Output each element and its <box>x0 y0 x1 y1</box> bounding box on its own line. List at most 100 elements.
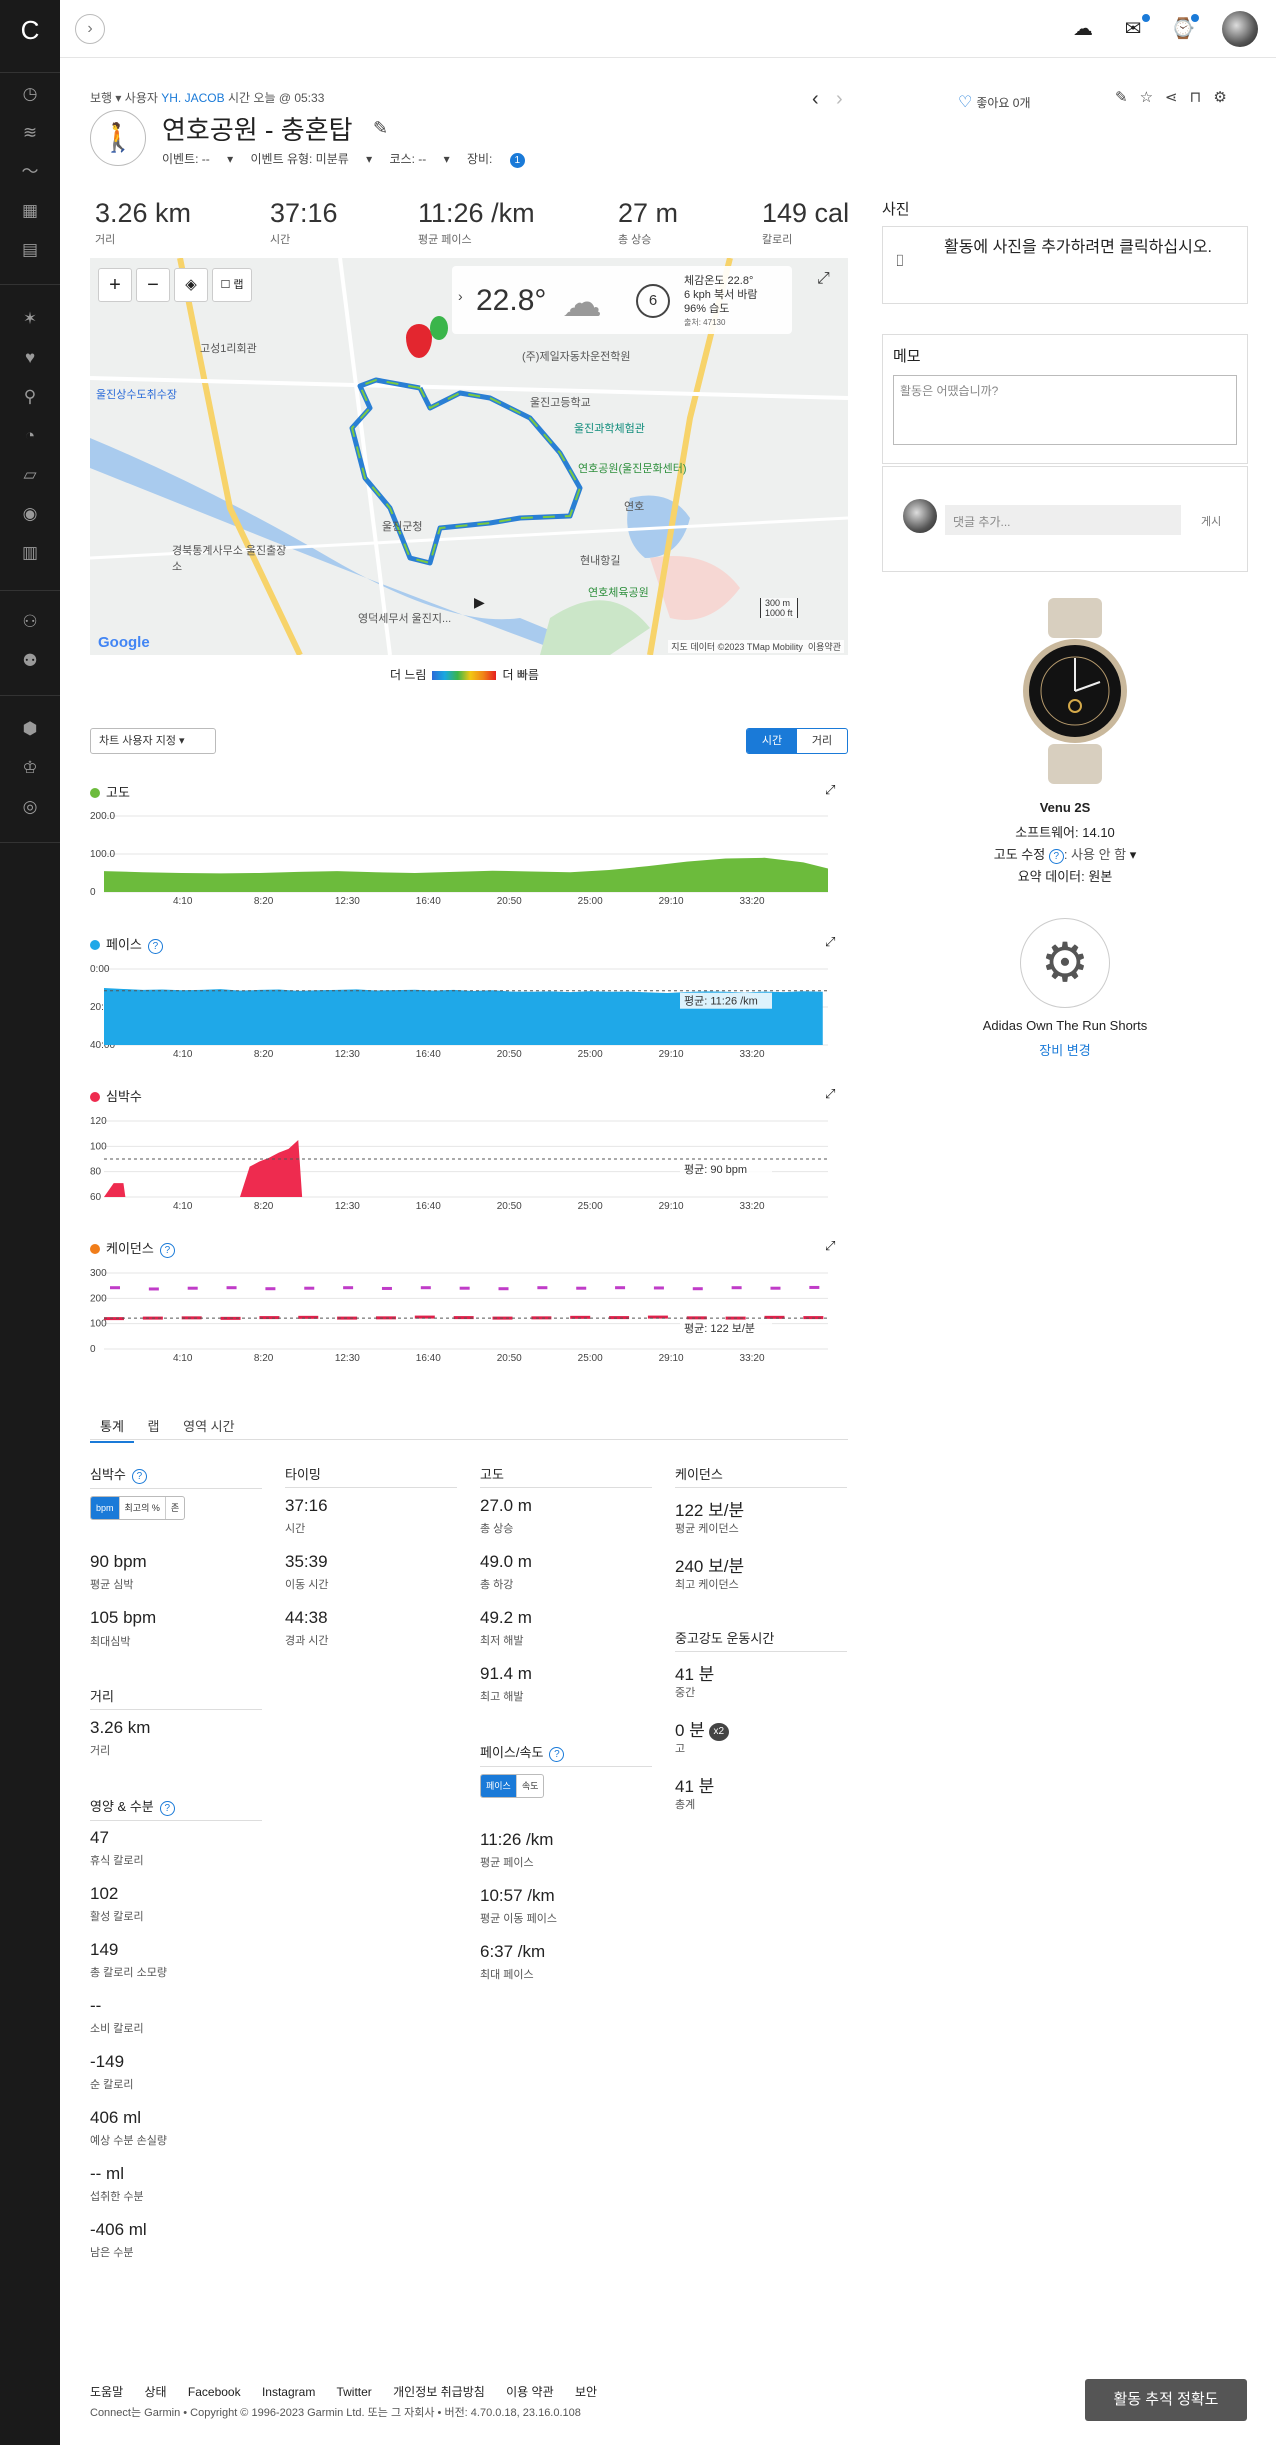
activity-title[interactable]: 연호공원 - 충혼탑 <box>162 110 353 147</box>
star-icon[interactable]: ☆ <box>1140 89 1165 106</box>
activities-icon[interactable]: ✶ <box>18 307 42 331</box>
memo-textarea[interactable]: 활동은 어땠습니까? <box>893 375 1237 445</box>
stat-label: 순 칼로리 <box>90 2079 134 2091</box>
expand-icon[interactable]: ⤢ <box>825 934 835 950</box>
add-photo-box[interactable]: ⌷ 활동에 사진을 추가하려면 클릭하십시오. <box>882 226 1248 304</box>
help-icon[interactable]: ? <box>159 1801 175 1816</box>
help-icon[interactable]: ? <box>159 1243 175 1258</box>
edit-icon[interactable]: ✎ <box>1115 89 1140 106</box>
elevation-correction-dropdown[interactable]: ▾ <box>1130 847 1137 862</box>
stopwatch-icon[interactable]: ◔ <box>18 424 42 448</box>
settings-gear-icon[interactable]: ⚙ <box>1213 89 1238 106</box>
like-button[interactable]: ♡ 좋아요 0개 <box>958 92 1031 112</box>
gear-count-badge[interactable]: 1 <box>509 153 525 168</box>
expand-icon[interactable]: ⤢ <box>825 1238 835 1254</box>
chevron-right-icon[interactable]: › <box>75 14 105 44</box>
badges-icon[interactable]: ⬢ <box>18 717 42 741</box>
map-label: (주)제일자동차운전학원 <box>522 351 631 363</box>
change-gear-link[interactable]: 장비 변경 <box>882 1040 1248 1059</box>
expand-icon[interactable]: ⤢ <box>825 782 835 798</box>
course-dropdown[interactable]: 코스: -- ▾ <box>390 152 450 166</box>
zoom-out-button[interactable]: − <box>136 268 170 302</box>
help-icon[interactable]: ? <box>131 1469 147 1484</box>
cadence-outlier-point <box>576 1286 587 1290</box>
stat-value: 6:37 /km <box>480 1942 546 1961</box>
calendar-icon[interactable]: ▦ <box>18 199 42 223</box>
gear-shoe-icon[interactable]: ▱ <box>18 463 42 487</box>
tab-zone-time[interactable]: 영역 시간 <box>173 1410 244 1441</box>
pencil-icon[interactable]: ✎ <box>373 118 388 139</box>
seg-speed[interactable]: 속도 <box>517 1775 544 1797</box>
reports-icon[interactable]: ▥ <box>18 541 42 565</box>
footer-link-security[interactable]: 보안 <box>575 2385 597 2399</box>
news-icon[interactable]: ▤ <box>18 238 42 262</box>
footer-link-terms[interactable]: 이용 약관 <box>506 2385 554 2399</box>
help-icon[interactable]: ? <box>549 1747 565 1762</box>
distance-toggle[interactable]: 거리 <box>797 729 847 753</box>
tab-stats[interactable]: 통계 <box>90 1410 134 1443</box>
challenges-icon[interactable]: ◎ <box>18 795 42 819</box>
footer-link-twitter[interactable]: Twitter <box>336 2385 371 2399</box>
event-dropdown[interactable]: 이벤트: -- ▾ <box>162 152 233 166</box>
activity-tracking-accuracy-button[interactable]: 활동 추적 정확도 <box>1085 2379 1247 2421</box>
help-icon[interactable]: ? <box>1048 849 1064 864</box>
connections-icon[interactable]: ⚇ <box>18 610 42 634</box>
user-avatar[interactable] <box>1222 11 1258 47</box>
view-type[interactable]: 보행 <box>90 91 112 105</box>
x-tick-label: 16:40 <box>416 1049 441 1060</box>
cadence-chart[interactable]: 300 200 100 0 평균: 122 보/분 4:10 8:20 12:30 16:40 2… <box>90 1265 830 1365</box>
fullscreen-icon[interactable]: ⤢ <box>817 270 830 288</box>
insights-icon[interactable]: 〜 <box>18 160 42 184</box>
y-tick-label: 80 <box>90 1167 102 1178</box>
health-icon[interactable]: ♥ <box>18 346 42 370</box>
seg-bpm[interactable]: bpm <box>91 1497 120 1519</box>
footer-link-facebook[interactable]: Facebook <box>188 2385 241 2399</box>
footer-link-status[interactable]: 상태 <box>144 2385 166 2399</box>
y-tick-label: 100 <box>90 1319 107 1330</box>
next-activity-icon[interactable]: › <box>836 88 843 111</box>
upload-icon[interactable]: ☁ <box>1070 16 1096 42</box>
chart-settings-button[interactable]: 차트 사용자 지정 ▾ <box>90 728 216 754</box>
lap-toggle[interactable]: ☐ 랩 <box>212 268 252 302</box>
time-toggle[interactable]: 시간 <box>747 729 797 753</box>
footer-link-instagram[interactable]: Instagram <box>262 2385 315 2399</box>
training-icon[interactable]: ⚲ <box>18 385 42 409</box>
groups-icon[interactable]: ⚉ <box>18 649 42 673</box>
comment-post-button[interactable]: 게시 <box>1201 513 1221 529</box>
footer-link-privacy[interactable]: 개인정보 취급방침 <box>393 2385 485 2399</box>
seg-zone[interactable]: 존 <box>166 1497 184 1519</box>
gear-label[interactable]: 장비: 1 <box>467 152 539 168</box>
previous-activity-icon[interactable]: ‹ <box>812 88 819 111</box>
zoom-in-button[interactable]: + <box>98 268 132 302</box>
comment-input[interactable]: 댓글 추가... <box>945 505 1181 535</box>
walking-icon[interactable]: 🚶 <box>90 110 146 166</box>
user-link[interactable]: YH. JACOB <box>161 91 224 105</box>
cadence-outlier-point <box>343 1286 354 1290</box>
privacy-lock-icon[interactable]: ⊓ <box>1190 89 1214 106</box>
elevation-chart[interactable]: 200.0 100.0 0 4:10 8:20 12:30 16:40 20:50 25:00 2… <box>90 808 830 908</box>
layers-icon[interactable]: ◈ <box>174 268 208 302</box>
dashboard-icon[interactable]: ◷ <box>18 82 42 106</box>
expand-icon[interactable]: ⤢ <box>825 1086 835 1102</box>
seg-max-percent[interactable]: 최고의 % <box>120 1497 166 1519</box>
help-icon[interactable]: ? <box>147 939 163 954</box>
heart-rate-chart[interactable]: 120 100 80 60 평균: 90 bpm 4:10 8:20 12:30 16:40 20… <box>90 1113 830 1213</box>
insights-bulb-icon[interactable]: ◉ <box>18 502 42 526</box>
share-icon[interactable]: ⋖ <box>1165 89 1190 106</box>
activity-map[interactable]: + − ◈ ☐ 랩 › 22.8° ☁ 6 체감온도 22.8° 6 kph 북… <box>90 258 848 655</box>
layers-icon[interactable]: ≋ <box>18 121 42 145</box>
add-photo-text[interactable]: 활동에 사진을 추가하려면 클릭하십시오. <box>928 237 1228 259</box>
y-tick-label: 100.0 <box>90 849 115 860</box>
pace-chart[interactable]: 0:0020:0040:00평균: 11:26 /km4:10 8:20 12:30… <box>90 961 830 1061</box>
seg-pace[interactable]: 페이스 <box>481 1775 517 1797</box>
chevron-right-icon[interactable]: › <box>458 288 463 304</box>
tab-laps[interactable]: 랩 <box>138 1410 170 1441</box>
terms-link[interactable]: 이용약관 <box>808 642 841 652</box>
footer-link-help[interactable]: 도움말 <box>90 2385 123 2399</box>
play-route-icon[interactable]: ▶ <box>474 594 485 611</box>
garmin-connect-logo-icon[interactable]: C <box>13 13 47 47</box>
start-marker-icon[interactable] <box>430 316 448 340</box>
pace-speed-toggle: 페이스 속도 <box>480 1774 545 1798</box>
trophy-icon[interactable]: ♔ <box>18 756 42 780</box>
event-type-dropdown[interactable]: 이벤트 유형: 미분류 ▾ <box>250 152 372 166</box>
